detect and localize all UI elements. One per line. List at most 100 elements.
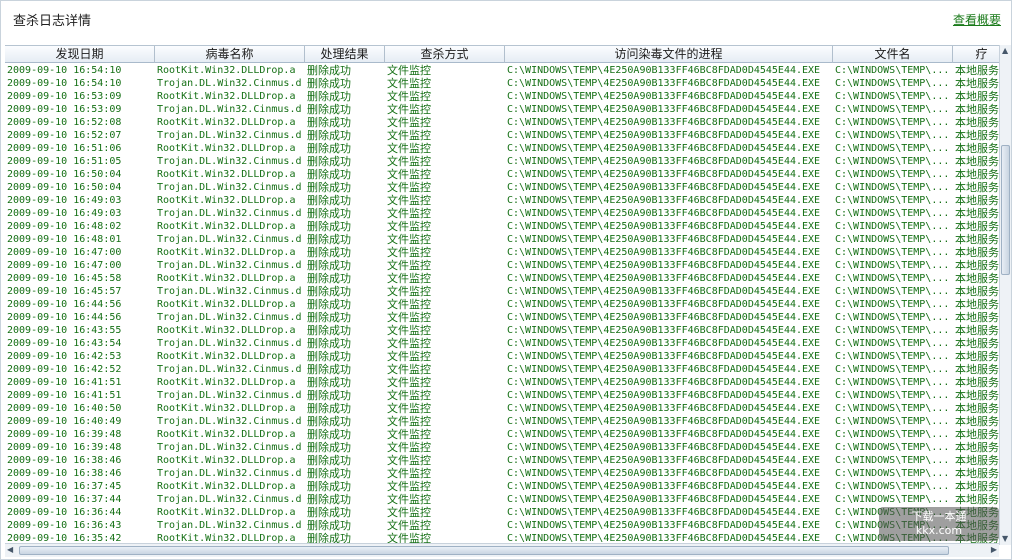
cell-method: 文件监控 xyxy=(387,77,431,90)
cell-virus-name: Trojan.DL.Win32.Cinmus.d xyxy=(157,78,302,89)
table-row[interactable]: 2009-09-10 16:43:55 RootKit.Win32.DLLDrop… xyxy=(5,324,1003,337)
cell-method: 文件监控 xyxy=(387,64,431,77)
arrow-right-icon[interactable]: ▶ xyxy=(991,545,997,555)
table-row[interactable]: 2009-09-10 16:40:49 Trojan.DL.Win32.Cinmu… xyxy=(5,415,1003,428)
cell-file-name: C:\WINDOWS\TEMP\... xyxy=(835,260,950,271)
horizontal-scroll-thumb[interactable] xyxy=(19,546,949,555)
table-row[interactable]: 2009-09-10 16:44:56 Trojan.DL.Win32.Cinmu… xyxy=(5,311,1003,324)
table-row[interactable]: 2009-09-10 16:45:58 RootKit.Win32.DLLDrop… xyxy=(5,272,1003,285)
cell-result: 删除成功 xyxy=(307,493,351,506)
cell-next: 本地服务 xyxy=(955,207,999,220)
table-row[interactable]: 2009-09-10 16:53:09 RootKit.Win32.DLLDrop… xyxy=(5,90,1003,103)
cell-file-name: C:\WINDOWS\TEMP\... xyxy=(835,273,950,284)
table-row[interactable]: 2009-09-10 16:39:48 RootKit.Win32.DLLDrop… xyxy=(5,428,1003,441)
cell-date: 2009-09-10 16:47:00 xyxy=(7,260,122,271)
vertical-scrollbar[interactable]: ▲ ▼ xyxy=(999,45,1011,545)
cell-next: 本地服务 xyxy=(955,428,999,441)
table-row[interactable]: 2009-09-10 16:43:54 Trojan.DL.Win32.Cinmu… xyxy=(5,337,1003,350)
table-row[interactable]: 2009-09-10 16:44:56 RootKit.Win32.DLLDrop… xyxy=(5,298,1003,311)
cell-date: 2009-09-10 16:38:46 xyxy=(7,455,122,466)
cell-method: 文件监控 xyxy=(387,519,431,532)
table-row[interactable]: 2009-09-10 16:37:45 RootKit.Win32.DLLDrop… xyxy=(5,480,1003,493)
table-row[interactable]: 2009-09-10 16:49:03 RootKit.Win32.DLLDrop… xyxy=(5,194,1003,207)
cell-process: C:\WINDOWS\TEMP\4E250A90B133FF46BC8FDAD0… xyxy=(507,429,821,440)
column-header-date[interactable]: 发现日期 xyxy=(5,46,155,63)
cell-file-name: C:\WINDOWS\TEMP\... xyxy=(835,247,950,258)
cell-virus-name: Trojan.DL.Win32.Cinmus.d xyxy=(157,364,302,375)
column-header-process[interactable]: 访问染毒文件的进程 xyxy=(505,46,833,63)
cell-virus-name: Trojan.DL.Win32.Cinmus.d xyxy=(157,286,302,297)
cell-next: 本地服务 xyxy=(955,311,999,324)
cell-method: 文件监控 xyxy=(387,467,431,480)
table-row[interactable]: 2009-09-10 16:37:44 Trojan.DL.Win32.Cinmu… xyxy=(5,493,1003,506)
vertical-scroll-thumb[interactable] xyxy=(1001,145,1010,275)
arrow-up-icon[interactable]: ▲ xyxy=(1002,46,1008,56)
cell-process: C:\WINDOWS\TEMP\4E250A90B133FF46BC8FDAD0… xyxy=(507,325,821,336)
table-row[interactable]: 2009-09-10 16:42:53 RootKit.Win32.DLLDrop… xyxy=(5,350,1003,363)
table-row[interactable]: 2009-09-10 16:38:46 Trojan.DL.Win32.Cinmu… xyxy=(5,467,1003,480)
table-row[interactable]: 2009-09-10 16:38:46 RootKit.Win32.DLLDrop… xyxy=(5,454,1003,467)
cell-process: C:\WINDOWS\TEMP\4E250A90B133FF46BC8FDAD0… xyxy=(507,507,821,518)
arrow-left-icon[interactable]: ◀ xyxy=(7,545,13,555)
table-row[interactable]: 2009-09-10 16:51:06 RootKit.Win32.DLLDrop… xyxy=(5,142,1003,155)
table-row[interactable]: 2009-09-10 16:36:43 Trojan.DL.Win32.Cinmu… xyxy=(5,519,1003,532)
cell-method: 文件监控 xyxy=(387,363,431,376)
table-row[interactable]: 2009-09-10 16:48:01 Trojan.DL.Win32.Cinmu… xyxy=(5,233,1003,246)
log-table: 发现日期 病毒名称 处理结果 查杀方式 访问染毒文件的进程 文件名 疗 2009… xyxy=(5,45,1011,545)
view-summary-link[interactable]: 查看概要 xyxy=(953,11,1001,28)
cell-date: 2009-09-10 16:48:01 xyxy=(7,234,122,245)
cell-method: 文件监控 xyxy=(387,493,431,506)
cell-method: 文件监控 xyxy=(387,259,431,272)
table-row[interactable]: 2009-09-10 16:42:52 Trojan.DL.Win32.Cinmu… xyxy=(5,363,1003,376)
cell-result: 删除成功 xyxy=(307,350,351,363)
table-row[interactable]: 2009-09-10 16:54:10 RootKit.Win32.DLLDrop… xyxy=(5,64,1003,77)
table-row[interactable]: 2009-09-10 16:52:07 Trojan.DL.Win32.Cinmu… xyxy=(5,129,1003,142)
cell-date: 2009-09-10 16:39:48 xyxy=(7,442,122,453)
table-row[interactable]: 2009-09-10 16:54:10 Trojan.DL.Win32.Cinmu… xyxy=(5,77,1003,90)
table-row[interactable]: 2009-09-10 16:50:04 Trojan.DL.Win32.Cinmu… xyxy=(5,181,1003,194)
table-row[interactable]: 2009-09-10 16:48:02 RootKit.Win32.DLLDrop… xyxy=(5,220,1003,233)
cell-file-name: C:\WINDOWS\TEMP\... xyxy=(835,195,950,206)
cell-file-name: C:\WINDOWS\TEMP\... xyxy=(835,78,950,89)
table-row[interactable]: 2009-09-10 16:41:51 RootKit.Win32.DLLDrop… xyxy=(5,376,1003,389)
table-header: 发现日期 病毒名称 处理结果 查杀方式 访问染毒文件的进程 文件名 疗 xyxy=(5,46,1011,63)
cell-next: 本地服务 xyxy=(955,272,999,285)
cell-virus-name: Trojan.DL.Win32.Cinmus.d xyxy=(157,130,302,141)
cell-method: 文件监控 xyxy=(387,181,431,194)
table-row[interactable]: 2009-09-10 16:53:09 Trojan.DL.Win32.Cinmu… xyxy=(5,103,1003,116)
column-header-virus-name[interactable]: 病毒名称 xyxy=(155,46,305,63)
cell-process: C:\WINDOWS\TEMP\4E250A90B133FF46BC8FDAD0… xyxy=(507,169,821,180)
table-row[interactable]: 2009-09-10 16:47:00 Trojan.DL.Win32.Cinmu… xyxy=(5,259,1003,272)
column-header-result[interactable]: 处理结果 xyxy=(305,46,385,63)
cell-date: 2009-09-10 16:53:09 xyxy=(7,104,122,115)
column-header-method[interactable]: 查杀方式 xyxy=(385,46,505,63)
table-row[interactable]: 2009-09-10 16:47:00 RootKit.Win32.DLLDrop… xyxy=(5,246,1003,259)
arrow-down-icon[interactable]: ▼ xyxy=(1002,534,1008,544)
cell-virus-name: Trojan.DL.Win32.Cinmus.d xyxy=(157,520,302,531)
table-row[interactable]: 2009-09-10 16:40:50 RootKit.Win32.DLLDrop… xyxy=(5,402,1003,415)
cell-result: 删除成功 xyxy=(307,77,351,90)
horizontal-scrollbar[interactable]: ◀ ▶ xyxy=(5,543,999,557)
cell-date: 2009-09-10 16:40:49 xyxy=(7,416,122,427)
cell-result: 删除成功 xyxy=(307,103,351,116)
cell-date: 2009-09-10 16:42:52 xyxy=(7,364,122,375)
table-row[interactable]: 2009-09-10 16:36:44 RootKit.Win32.DLLDrop… xyxy=(5,506,1003,519)
cell-date: 2009-09-10 16:52:08 xyxy=(7,117,122,128)
table-row[interactable]: 2009-09-10 16:39:48 Trojan.DL.Win32.Cinmu… xyxy=(5,441,1003,454)
table-row[interactable]: 2009-09-10 16:52:08 RootKit.Win32.DLLDrop… xyxy=(5,116,1003,129)
cell-next: 本地服务 xyxy=(955,64,999,77)
table-row[interactable]: 2009-09-10 16:50:04 RootKit.Win32.DLLDrop… xyxy=(5,168,1003,181)
cell-result: 删除成功 xyxy=(307,168,351,181)
table-row[interactable]: 2009-09-10 16:41:51 Trojan.DL.Win32.Cinmu… xyxy=(5,389,1003,402)
cell-date: 2009-09-10 16:54:10 xyxy=(7,65,122,76)
table-row[interactable]: 2009-09-10 16:49:03 Trojan.DL.Win32.Cinmu… xyxy=(5,207,1003,220)
cell-file-name: C:\WINDOWS\TEMP\... xyxy=(835,65,950,76)
cell-virus-name: Trojan.DL.Win32.Cinmus.d xyxy=(157,312,302,323)
column-header-file-name[interactable]: 文件名 xyxy=(833,46,953,63)
cell-process: C:\WINDOWS\TEMP\4E250A90B133FF46BC8FDAD0… xyxy=(507,286,821,297)
table-row[interactable]: 2009-09-10 16:45:57 Trojan.DL.Win32.Cinmu… xyxy=(5,285,1003,298)
cell-virus-name: RootKit.Win32.DLLDrop.a xyxy=(157,455,296,466)
table-row[interactable]: 2009-09-10 16:51:05 Trojan.DL.Win32.Cinmu… xyxy=(5,155,1003,168)
cell-date: 2009-09-10 16:52:07 xyxy=(7,130,122,141)
cell-result: 删除成功 xyxy=(307,441,351,454)
